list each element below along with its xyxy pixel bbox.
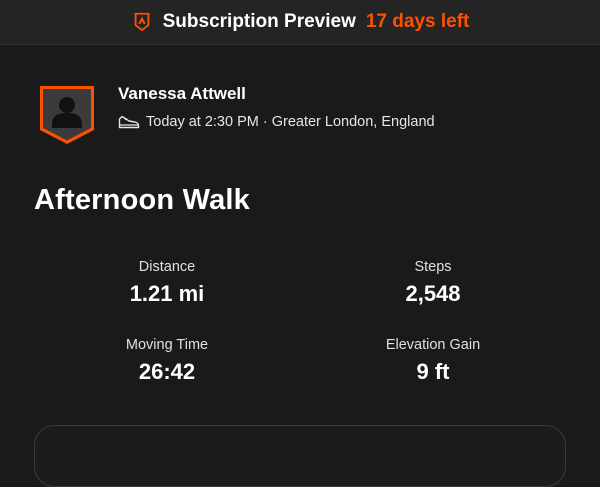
strava-logo-icon [134,12,149,32]
bottom-card[interactable] [34,425,566,487]
stat-steps: Steps 2,548 [323,259,543,307]
activity-title[interactable]: Afternoon Walk [34,184,250,217]
stat-label: Distance [138,259,196,275]
stat-moving-time: Moving Time 26:42 [57,337,277,385]
stat-value: 1.21 mi [129,281,205,306]
athlete-name[interactable]: Vanessa Attwell [118,84,435,104]
subscription-title: Subscription Preview [162,11,356,32]
stat-value: 9 ft [416,359,450,384]
activity-meta: Today at 2:30 PM · Greater London, Engla… [118,114,435,130]
stat-label: Moving Time [125,337,209,353]
days-left-label: 17 days left [365,11,470,32]
activity-meta-text: Today at 2:30 PM · Greater London, Engla… [146,114,435,130]
athlete-header: Vanessa Attwell Today at 2:30 PM · Great… [38,84,435,146]
stat-value: 26:42 [138,359,196,384]
stat-label: Elevation Gain [385,337,481,353]
stat-value: 2,548 [405,281,461,306]
avatar-placeholder-icon[interactable] [38,84,96,146]
shoe-icon [118,115,140,129]
stat-distance: Distance 1.21 mi [57,259,277,307]
stat-elevation-gain: Elevation Gain 9 ft [323,337,543,385]
stat-label: Steps [414,259,452,275]
subscription-banner[interactable]: Subscription Preview 17 days left [0,0,600,45]
